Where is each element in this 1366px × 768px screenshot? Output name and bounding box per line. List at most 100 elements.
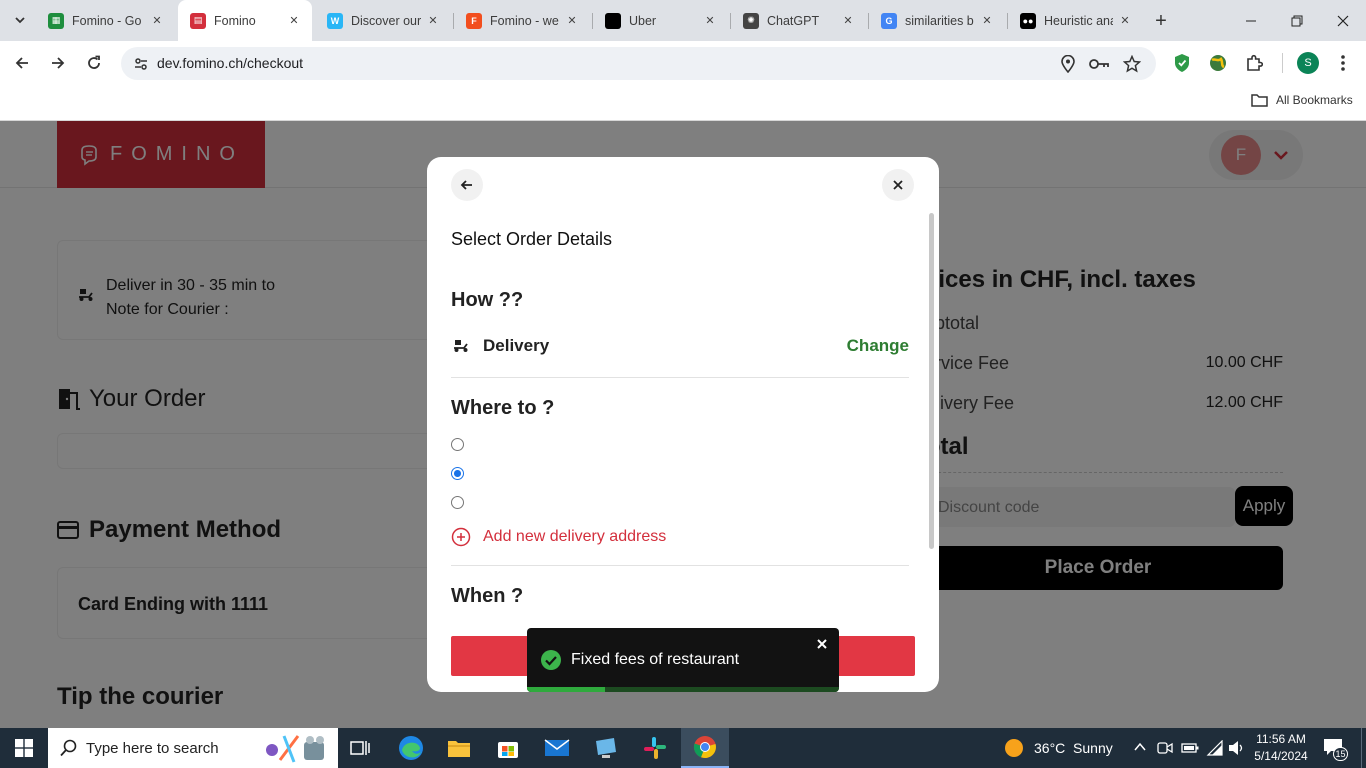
wifi-icon[interactable] [1206, 740, 1224, 756]
address-bar[interactable]: dev.fomino.ch/checkout [121, 47, 1156, 80]
modal-title: Select Order Details [451, 229, 613, 249]
tab-close-icon[interactable]: ✕ [979, 13, 995, 29]
start-button[interactable] [0, 728, 48, 768]
toast-progress-fill [527, 687, 605, 692]
password-key-icon[interactable] [1088, 56, 1110, 72]
clock-time: 11:56 AM [1256, 732, 1306, 746]
volume-icon[interactable] [1228, 740, 1246, 756]
taskbar-store[interactable] [484, 728, 532, 768]
browser-tab[interactable]: ●● Heuristic ana ✕ [1008, 0, 1143, 41]
system-clock[interactable]: 11:56 AM 5/14/2024 [1252, 731, 1310, 765]
mail-icon [544, 739, 570, 756]
restore-button[interactable] [1274, 0, 1320, 41]
section-divider [451, 377, 909, 378]
puzzle-icon [1247, 54, 1263, 71]
tab-close-icon[interactable]: ✕ [286, 13, 302, 29]
extension-button[interactable] [1202, 47, 1234, 79]
toolbar-divider [1282, 53, 1283, 73]
tab-close-icon[interactable]: ✕ [702, 13, 718, 29]
tab-search-button[interactable] [8, 8, 32, 32]
modal-back-button[interactable] [451, 169, 483, 201]
notification-center-button[interactable]: 15 [1323, 738, 1348, 761]
arrow-right-icon [52, 57, 65, 69]
search-placeholder: Type here to search [86, 739, 219, 757]
back-button[interactable] [6, 47, 38, 79]
show-desktop-button[interactable] [1361, 728, 1366, 768]
browser-tab[interactable]: ▤ Fomino ✕ [178, 0, 312, 41]
browser-tab[interactable]: F Fomino - we ✕ [454, 0, 590, 41]
tab-separator [453, 13, 454, 29]
checkout-page: FOMINO F Deliver in 30 - 35 min to Note … [0, 121, 1366, 728]
minimize-icon [1246, 20, 1256, 21]
fomino-icon: ▤ [190, 12, 206, 29]
toast-close-button[interactable] [816, 637, 830, 651]
taskbar-remote-desktop[interactable] [582, 728, 630, 768]
arrow-left-icon [15, 57, 28, 69]
browser-tab[interactable]: W Discover our ✕ [315, 0, 451, 41]
adblock-extension-button[interactable] [1166, 47, 1198, 79]
close-icon [817, 639, 827, 649]
reload-button[interactable] [78, 47, 110, 79]
profile-avatar[interactable]: S [1297, 52, 1319, 74]
chrome-menu-button[interactable] [1327, 47, 1359, 79]
toast-message: Fixed fees of restaurant [571, 651, 740, 668]
close-window-button[interactable] [1320, 0, 1366, 41]
add-address-button[interactable]: Add new delivery address [451, 527, 666, 547]
tab-title: Heuristic ana [1044, 13, 1113, 28]
delivery-method-label: Delivery [483, 336, 550, 355]
edge-icon [399, 736, 423, 760]
clock-date: 5/14/2024 [1254, 749, 1308, 763]
address-radio[interactable] [451, 496, 464, 509]
tab-separator [868, 13, 869, 29]
all-bookmarks-label: All Bookmarks [1276, 93, 1353, 107]
tab-close-icon[interactable]: ✕ [564, 13, 580, 29]
windows-logo-icon [15, 739, 33, 757]
tab-title: Uber [629, 13, 657, 28]
scooter-icon [454, 340, 468, 352]
add-address-label: Add new delivery address [483, 528, 667, 545]
search-highlight-icon [266, 735, 324, 763]
site-settings-icon[interactable] [133, 56, 149, 72]
minimize-button[interactable] [1228, 0, 1274, 41]
taskbar-file-explorer[interactable] [435, 728, 483, 768]
address-radio[interactable] [451, 467, 464, 480]
bookmarks-bar: All Bookmarks [0, 85, 1366, 121]
browser-tab[interactable]: Gsimilarities b ✕ [869, 0, 1005, 41]
extensions-menu-button[interactable] [1238, 47, 1270, 79]
new-tab-button[interactable]: + [1150, 10, 1172, 32]
section-divider [451, 565, 909, 566]
taskbar-edge[interactable] [387, 728, 435, 768]
taskbar-search-box[interactable]: Type here to search [48, 728, 338, 768]
meet-now-icon[interactable] [1157, 740, 1173, 756]
tab-title: Discover our [351, 13, 421, 28]
taskbar-slack[interactable] [631, 728, 679, 768]
address-radio[interactable] [451, 438, 464, 451]
tab-close-icon[interactable]: ✕ [425, 13, 441, 29]
order-details-modal: Select Order Details How ?? Delivery Cha… [427, 157, 939, 692]
taskbar-mail[interactable] [533, 728, 581, 768]
modal-close-button[interactable] [882, 169, 914, 201]
tab-close-icon[interactable]: ✕ [1117, 13, 1133, 29]
browser-tab[interactable]: ✺ ChatGPT ✕ [731, 0, 866, 41]
tab-title: ChatGPT [767, 13, 820, 28]
restore-icon [1291, 15, 1303, 26]
chevron-up-icon[interactable] [1134, 742, 1146, 752]
browser-tab[interactable]: ▦ Fomino - Go ✕ [36, 0, 175, 41]
modal-scrollbar[interactable] [929, 213, 934, 549]
weather-widget[interactable]: 36°C Sunny [1004, 738, 1113, 758]
change-method-link[interactable]: Change [847, 336, 909, 356]
tab-close-icon[interactable]: ✕ [149, 13, 165, 29]
battery-icon[interactable] [1181, 741, 1199, 755]
taskbar-chrome[interactable] [681, 728, 729, 768]
shield-icon [1175, 54, 1189, 72]
browser-tab[interactable]: Uber ✕ [593, 0, 728, 41]
location-pin-icon[interactable] [1060, 55, 1076, 73]
all-bookmarks-button[interactable]: All Bookmarks [1251, 93, 1353, 107]
how-heading: How ?? [451, 289, 524, 311]
task-view-button[interactable] [338, 728, 382, 768]
success-check-icon [541, 650, 561, 670]
tab-close-icon[interactable]: ✕ [840, 13, 856, 29]
bookmark-star-icon[interactable] [1123, 55, 1141, 73]
tab-title: similarities b [905, 13, 974, 28]
forward-button[interactable] [42, 47, 74, 79]
